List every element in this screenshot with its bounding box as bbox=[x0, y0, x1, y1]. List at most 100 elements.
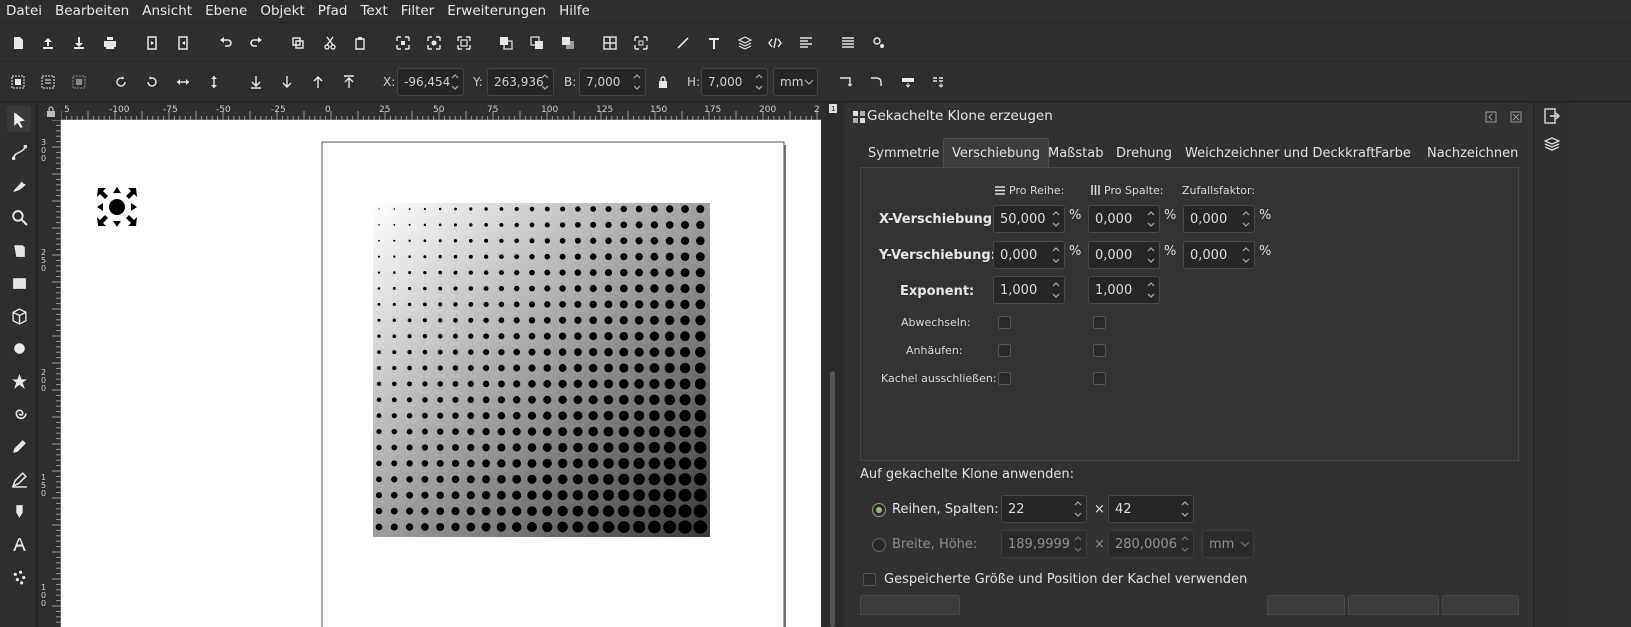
height-input[interactable]: 280,0006 bbox=[1108, 530, 1194, 558]
tab-weichzeichner-deckkraft[interactable]: Weichzeichner und Deckkraft bbox=[1177, 138, 1383, 168]
ungroup-icon[interactable] bbox=[631, 23, 651, 63]
tweak-tool-icon[interactable] bbox=[7, 172, 31, 198]
raise-one-icon[interactable] bbox=[308, 62, 328, 102]
menu-ebene[interactable]: Ebene bbox=[205, 3, 247, 19]
exclude-tile-row-checkbox[interactable] bbox=[998, 372, 1011, 385]
exclude-tile-column-checkbox[interactable] bbox=[1093, 372, 1106, 385]
spin-arrows-icon[interactable] bbox=[449, 70, 461, 94]
width-height-radio[interactable] bbox=[872, 538, 886, 552]
y-input[interactable]: 263,936 bbox=[487, 68, 554, 96]
spin-arrows-icon[interactable] bbox=[1050, 207, 1062, 231]
width-input[interactable]: 7,000 bbox=[579, 68, 646, 96]
spin-arrows-icon[interactable] bbox=[1179, 497, 1191, 521]
flip-vertical-icon[interactable] bbox=[204, 62, 224, 102]
rotate-ccw-icon[interactable] bbox=[111, 62, 131, 102]
lower-icon[interactable] bbox=[558, 23, 578, 63]
x-shift-per-column-input[interactable]: 0,000 bbox=[1088, 205, 1160, 233]
menu-hilfe[interactable]: Hilfe bbox=[559, 3, 590, 19]
tab-drehung[interactable]: Drehung bbox=[1108, 138, 1180, 168]
cumulate-column-checkbox[interactable] bbox=[1093, 344, 1106, 357]
spin-arrows-icon[interactable] bbox=[1145, 243, 1157, 267]
spin-arrows-icon[interactable] bbox=[1050, 243, 1062, 267]
new-document-icon[interactable] bbox=[8, 23, 28, 63]
menu-filter[interactable]: Filter bbox=[401, 3, 434, 19]
spiral-tool-icon[interactable] bbox=[7, 400, 31, 426]
x-shift-random-input[interactable]: 0,000 bbox=[1183, 205, 1255, 233]
lower-to-bottom-icon[interactable] bbox=[246, 62, 266, 102]
spin-arrows-icon[interactable] bbox=[1050, 278, 1062, 302]
xml-editor-icon[interactable] bbox=[765, 23, 785, 63]
cumulate-row-checkbox[interactable] bbox=[998, 344, 1011, 357]
tab-massstab[interactable]: Maßstab bbox=[1040, 138, 1111, 168]
scrollbar-thumb[interactable] bbox=[830, 371, 835, 627]
star-tool-icon[interactable] bbox=[7, 368, 31, 394]
text-tool-icon[interactable] bbox=[7, 531, 31, 557]
lock-icon[interactable] bbox=[653, 62, 673, 102]
pencil-tool-icon[interactable] bbox=[7, 433, 31, 459]
open-icon[interactable] bbox=[38, 23, 58, 63]
undo-icon[interactable] bbox=[216, 23, 236, 63]
pen-path-icon[interactable] bbox=[673, 23, 693, 63]
3d-box-tool-icon[interactable] bbox=[7, 303, 31, 329]
import-icon[interactable] bbox=[69, 23, 89, 63]
x-input[interactable]: -96,454 bbox=[397, 68, 464, 96]
selector-tool-icon[interactable] bbox=[7, 106, 31, 132]
close-dialog-icon[interactable] bbox=[1510, 111, 1522, 123]
spin-arrows-icon[interactable] bbox=[631, 70, 643, 94]
tab-symmetrie[interactable]: Symmetrie bbox=[860, 138, 947, 168]
menu-pfad[interactable]: Pfad bbox=[318, 3, 348, 19]
tab-nachzeichnen[interactable]: Nachzeichnen bbox=[1419, 138, 1526, 168]
cut-icon[interactable] bbox=[320, 23, 340, 63]
zoom-page-icon[interactable] bbox=[454, 23, 474, 63]
unit-select[interactable]: mm bbox=[1202, 530, 1254, 558]
spin-arrows-icon[interactable] bbox=[1072, 497, 1084, 521]
export-dock-icon[interactable] bbox=[1544, 108, 1560, 124]
columns-input[interactable]: 42 bbox=[1108, 495, 1194, 523]
tab-verschiebung[interactable]: Verschiebung bbox=[943, 138, 1049, 168]
y-shift-per-column-input[interactable]: 0,000 bbox=[1088, 241, 1160, 269]
exponent-per-row-input[interactable]: 1,000 bbox=[993, 276, 1065, 304]
zoom-drawing-icon[interactable] bbox=[424, 23, 444, 63]
alternate-column-checkbox[interactable] bbox=[1093, 316, 1106, 329]
dock-left-icon[interactable] bbox=[1485, 111, 1497, 123]
saved-size-checkbox[interactable] bbox=[863, 573, 876, 586]
raise-icon[interactable] bbox=[527, 23, 547, 63]
layers-stack-icon[interactable] bbox=[735, 23, 755, 63]
menu-erweiterungen[interactable]: Erweiterungen bbox=[447, 3, 546, 19]
rectangle-tool-icon[interactable] bbox=[7, 270, 31, 296]
raise-to-top-icon[interactable] bbox=[339, 62, 359, 102]
ruler-lock-icon[interactable] bbox=[38, 103, 61, 120]
spin-arrows-icon[interactable] bbox=[1240, 243, 1252, 267]
dialog-button-left[interactable] bbox=[860, 595, 960, 615]
spin-arrows-icon[interactable] bbox=[1072, 532, 1084, 556]
unit-select[interactable]: mm bbox=[773, 68, 818, 96]
text-font-icon[interactable] bbox=[704, 23, 724, 63]
scale-stroke-icon[interactable] bbox=[836, 62, 856, 102]
exponent-per-column-input[interactable]: 1,000 bbox=[1088, 276, 1160, 304]
raise-top-icon[interactable] bbox=[496, 23, 516, 63]
node-tool-icon[interactable] bbox=[7, 139, 31, 165]
spin-arrows-icon[interactable] bbox=[1145, 207, 1157, 231]
menu-objekt[interactable]: Objekt bbox=[260, 3, 304, 19]
rows-columns-radio[interactable] bbox=[872, 503, 886, 517]
export-icon[interactable] bbox=[173, 23, 193, 63]
x-shift-per-row-input[interactable]: 50,000 bbox=[993, 205, 1065, 233]
width-input[interactable]: 189,9999 bbox=[1001, 530, 1087, 558]
y-shift-per-row-input[interactable]: 0,000 bbox=[993, 241, 1065, 269]
group-icon[interactable] bbox=[600, 23, 620, 63]
y-shift-random-input[interactable]: 0,000 bbox=[1183, 241, 1255, 269]
menu-ansicht[interactable]: Ansicht bbox=[142, 3, 192, 19]
import-file-icon[interactable] bbox=[142, 23, 162, 63]
canvas-vertical-scrollbar[interactable]: 1 bbox=[826, 103, 840, 627]
rows-input[interactable]: 22 bbox=[1001, 495, 1087, 523]
lower-one-icon[interactable] bbox=[277, 62, 297, 102]
objects-icon[interactable] bbox=[838, 23, 858, 63]
dialog-button-3[interactable] bbox=[1442, 595, 1519, 615]
spray-tool-icon[interactable] bbox=[7, 564, 31, 590]
zoom-selection-icon[interactable] bbox=[393, 23, 413, 63]
duplicate-icon[interactable] bbox=[288, 23, 308, 63]
spin-arrows-icon[interactable] bbox=[1179, 532, 1191, 556]
drawing-canvas[interactable] bbox=[61, 120, 821, 627]
flip-horizontal-icon[interactable] bbox=[173, 62, 193, 102]
select-all-layers-icon[interactable] bbox=[38, 62, 58, 102]
